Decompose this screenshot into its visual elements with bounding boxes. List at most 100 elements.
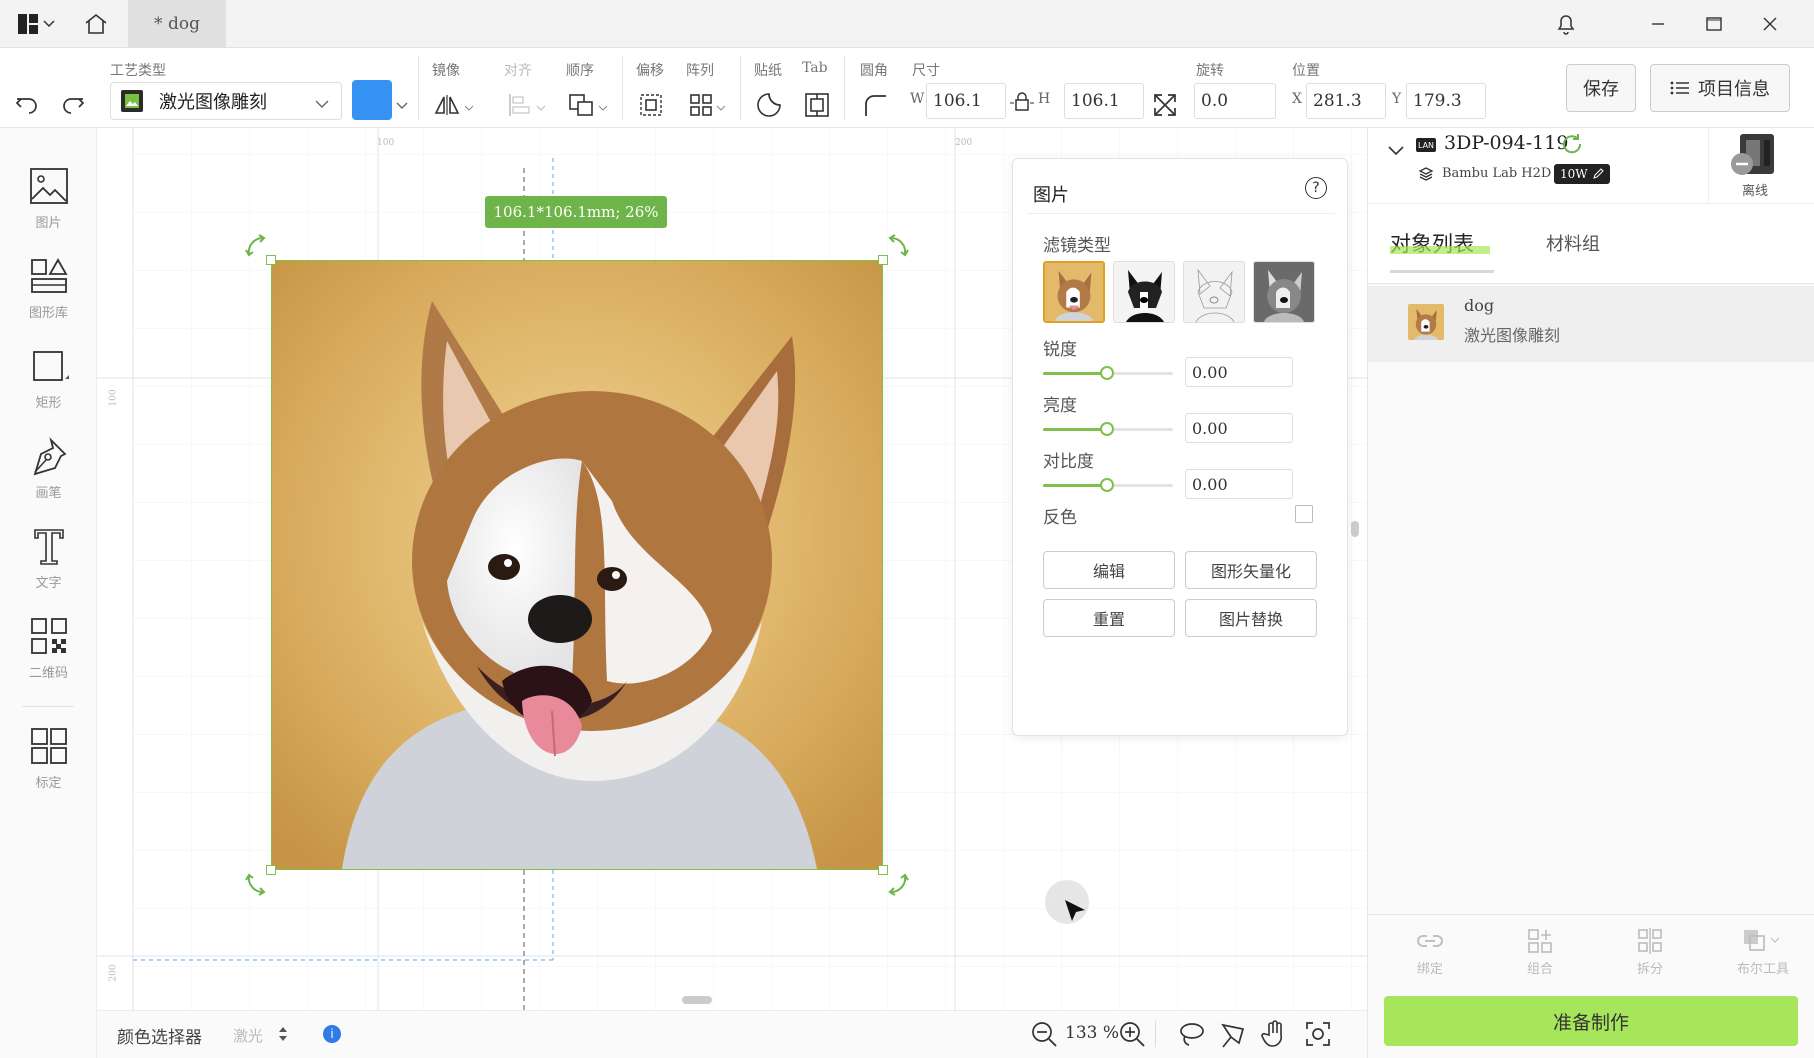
process-type-select[interactable]: 激光图像雕刻 bbox=[110, 82, 342, 120]
save-button[interactable]: 保存 bbox=[1566, 64, 1636, 112]
color-picker-label[interactable]: 颜色选择器 bbox=[117, 1023, 202, 1048]
text-icon bbox=[27, 524, 71, 568]
boolean-tool: 布尔工具 bbox=[1718, 928, 1808, 984]
focus-icon[interactable] bbox=[1305, 1021, 1331, 1051]
help-icon[interactable]: ? bbox=[1305, 177, 1327, 199]
filter-original[interactable] bbox=[1043, 261, 1105, 323]
home-icon[interactable] bbox=[82, 10, 110, 38]
sort-arrows-icon[interactable] bbox=[277, 1025, 289, 1047]
sidebar-item-shape-library[interactable]: 图形库 bbox=[0, 248, 97, 338]
x-field[interactable]: 281.3 bbox=[1306, 83, 1386, 119]
brightness-slider[interactable] bbox=[1043, 422, 1173, 436]
slider-knob[interactable] bbox=[1100, 422, 1114, 436]
offset-icon[interactable] bbox=[634, 88, 668, 122]
chevron-down-icon[interactable] bbox=[1388, 142, 1404, 160]
sharpness-slider[interactable] bbox=[1043, 366, 1173, 380]
divider bbox=[844, 56, 845, 120]
reset-button[interactable]: 重置 bbox=[1043, 599, 1175, 637]
document-tab-title: * dog bbox=[154, 14, 200, 34]
zoom-in-icon[interactable] bbox=[1119, 1021, 1145, 1051]
height-field[interactable]: 106.1 bbox=[1064, 83, 1144, 119]
rotate-field[interactable]: 0.0 bbox=[1194, 83, 1276, 119]
filter-grayscale[interactable] bbox=[1253, 261, 1315, 323]
refresh-icon[interactable] bbox=[1560, 132, 1584, 160]
sidebar-item-image[interactable]: 图片 bbox=[0, 158, 97, 248]
zoom-out-icon[interactable] bbox=[1031, 1021, 1057, 1051]
edit-button[interactable]: 编辑 bbox=[1043, 551, 1175, 589]
close-icon[interactable] bbox=[1756, 10, 1784, 38]
undo-icon[interactable] bbox=[10, 88, 44, 122]
array-icon[interactable] bbox=[684, 88, 718, 122]
polygon-select-icon[interactable] bbox=[1219, 1021, 1247, 1053]
tab-icon[interactable] bbox=[800, 88, 834, 122]
image-icon bbox=[27, 164, 71, 208]
tab-material-group[interactable]: 材料组 bbox=[1546, 230, 1600, 256]
rotate-handle-icon[interactable] bbox=[883, 870, 911, 902]
brightness-field[interactable]: 0.00 bbox=[1185, 413, 1293, 443]
left-sidebar: 图片 图形库 矩形 画笔 文字 二维码 标定 bbox=[0, 128, 97, 1058]
y-field[interactable]: 179.3 bbox=[1406, 83, 1486, 119]
minimize-icon[interactable] bbox=[1644, 10, 1672, 38]
chevron-down-icon[interactable] bbox=[716, 98, 726, 116]
rotate-handle-icon[interactable] bbox=[883, 232, 911, 264]
sidebar-item-calibrate[interactable]: 标定 bbox=[0, 718, 97, 808]
list-item[interactable]: dog 激光图像雕刻 bbox=[1368, 286, 1814, 362]
bell-icon[interactable] bbox=[1552, 10, 1580, 38]
size-label: 尺寸 bbox=[912, 63, 940, 79]
project-info-button[interactable]: 项目信息 bbox=[1650, 64, 1790, 112]
selected-image[interactable] bbox=[271, 260, 883, 870]
bottom-bar: 颜色选择器 激光 i 133 % bbox=[97, 1010, 1367, 1058]
slider-knob[interactable] bbox=[1100, 366, 1114, 380]
mirror-icon[interactable] bbox=[430, 88, 464, 122]
replace-image-button[interactable]: 图片替换 bbox=[1185, 599, 1317, 637]
order-icon[interactable] bbox=[564, 88, 598, 122]
sticker-icon[interactable] bbox=[752, 88, 786, 122]
sharpness-field[interactable]: 0.00 bbox=[1185, 357, 1293, 387]
sidebar-item-qrcode[interactable]: 二维码 bbox=[0, 608, 97, 698]
lasso-icon[interactable] bbox=[1177, 1021, 1205, 1053]
redo-icon[interactable] bbox=[56, 88, 90, 122]
boolean-label: 布尔工具 bbox=[1736, 962, 1789, 977]
filter-sketch[interactable] bbox=[1183, 261, 1245, 323]
lan-badge: LAN bbox=[1416, 138, 1436, 152]
rotate-handle-icon[interactable] bbox=[243, 232, 271, 264]
chevron-down-icon[interactable] bbox=[396, 96, 408, 114]
maximize-icon[interactable] bbox=[1700, 10, 1728, 38]
sidebar-item-label: 图片 bbox=[35, 216, 62, 231]
chevron-down-icon[interactable] bbox=[464, 98, 474, 116]
contrast-field[interactable]: 0.00 bbox=[1185, 469, 1293, 499]
invert-checkbox[interactable] bbox=[1295, 505, 1313, 523]
prepare-button[interactable]: 准备制作 bbox=[1384, 996, 1798, 1046]
lock-icon[interactable] bbox=[1010, 90, 1034, 116]
horizontal-scrollbar[interactable] bbox=[682, 996, 712, 1004]
sidebar-item-pen[interactable]: 画笔 bbox=[0, 428, 97, 518]
width-field[interactable]: 106.1 bbox=[926, 83, 1006, 119]
vertical-scrollbar[interactable] bbox=[1351, 521, 1359, 537]
vectorize-button[interactable]: 图形矢量化 bbox=[1185, 551, 1317, 589]
split-tool: 拆分 bbox=[1618, 928, 1682, 984]
color-swatch[interactable] bbox=[352, 80, 392, 120]
rotate-handle-icon[interactable] bbox=[243, 870, 271, 902]
order-label: 顺序 bbox=[566, 63, 594, 79]
corner-radius-icon[interactable] bbox=[858, 88, 892, 122]
slider-knob[interactable] bbox=[1100, 478, 1114, 492]
laser-label[interactable]: 激光 bbox=[233, 1025, 263, 1046]
document-tab[interactable]: * dog bbox=[128, 0, 226, 48]
chevron-down-icon[interactable] bbox=[598, 98, 608, 116]
contrast-slider[interactable] bbox=[1043, 478, 1173, 492]
mirror-label: 镜像 bbox=[432, 63, 460, 79]
sidebar-item-label: 文字 bbox=[35, 576, 62, 591]
bind-label: 绑定 bbox=[1416, 962, 1443, 977]
app-logo-icon[interactable] bbox=[14, 10, 42, 38]
chevron-down-icon[interactable] bbox=[40, 10, 58, 38]
hand-icon[interactable] bbox=[1261, 1019, 1289, 1053]
filter-bw[interactable] bbox=[1113, 261, 1175, 323]
power-badge[interactable]: 10W bbox=[1554, 164, 1610, 184]
fit-size-icon[interactable] bbox=[1148, 88, 1182, 122]
printer-icon[interactable] bbox=[1730, 134, 1780, 178]
sidebar-item-label: 标定 bbox=[35, 776, 62, 791]
sidebar-item-text[interactable]: 文字 bbox=[0, 518, 97, 608]
sidebar-item-rectangle[interactable]: 矩形 bbox=[0, 338, 97, 428]
info-icon[interactable]: i bbox=[323, 1025, 341, 1043]
bind-tool: 绑定 bbox=[1398, 928, 1462, 984]
